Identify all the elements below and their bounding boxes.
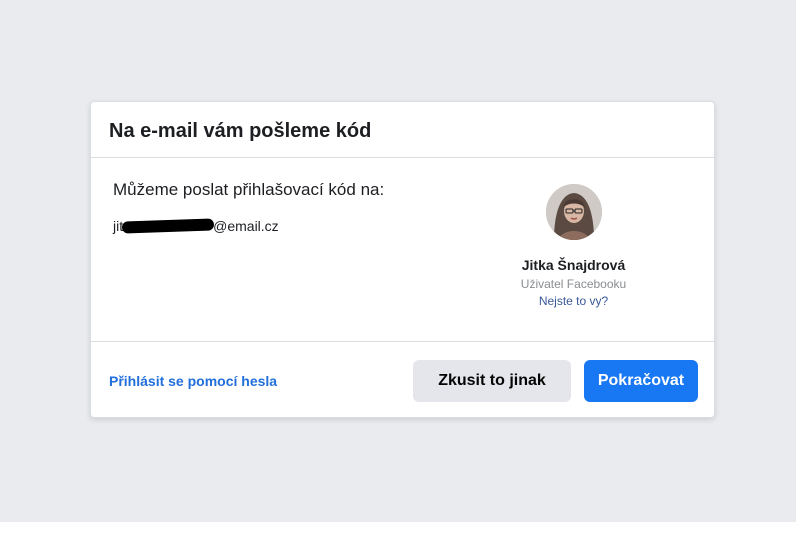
avatar xyxy=(545,184,602,240)
send-code-prompt: Můžeme poslat přihlašovací kód na: xyxy=(113,180,385,199)
email-suffix: @email.cz xyxy=(213,218,279,234)
not-you-link[interactable]: Nejste to vy? xyxy=(486,294,661,308)
dialog-header: Na e-mail vám pošleme kód xyxy=(91,102,714,158)
avatar-image xyxy=(545,184,602,240)
dialog-body: Můžeme poslat přihlašovací kód na: jit @… xyxy=(91,158,714,342)
dialog-title: Na e-mail vám pošleme kód xyxy=(109,120,372,142)
profile-name: Jitka Šnajdrová xyxy=(521,257,626,273)
profile-role: Uživatel Facebooku xyxy=(520,277,627,291)
profile-card: Jitka Šnajdrová Uživatel Facebooku Nejst… xyxy=(486,184,661,308)
login-with-password-link[interactable]: Přihlásit se pomocí hesla xyxy=(109,373,277,389)
try-another-way-button[interactable]: Zkusit to jinak xyxy=(413,360,571,402)
continue-button[interactable]: Pokračovat xyxy=(584,360,698,402)
dialog-footer: Přihlásit se pomocí hesla Zkusit to jina… xyxy=(91,342,714,419)
send-code-dialog: Na e-mail vám pošleme kód Můžeme poslat … xyxy=(90,101,715,418)
redaction-mark xyxy=(121,218,215,234)
email-address: jit @email.cz xyxy=(113,218,279,234)
